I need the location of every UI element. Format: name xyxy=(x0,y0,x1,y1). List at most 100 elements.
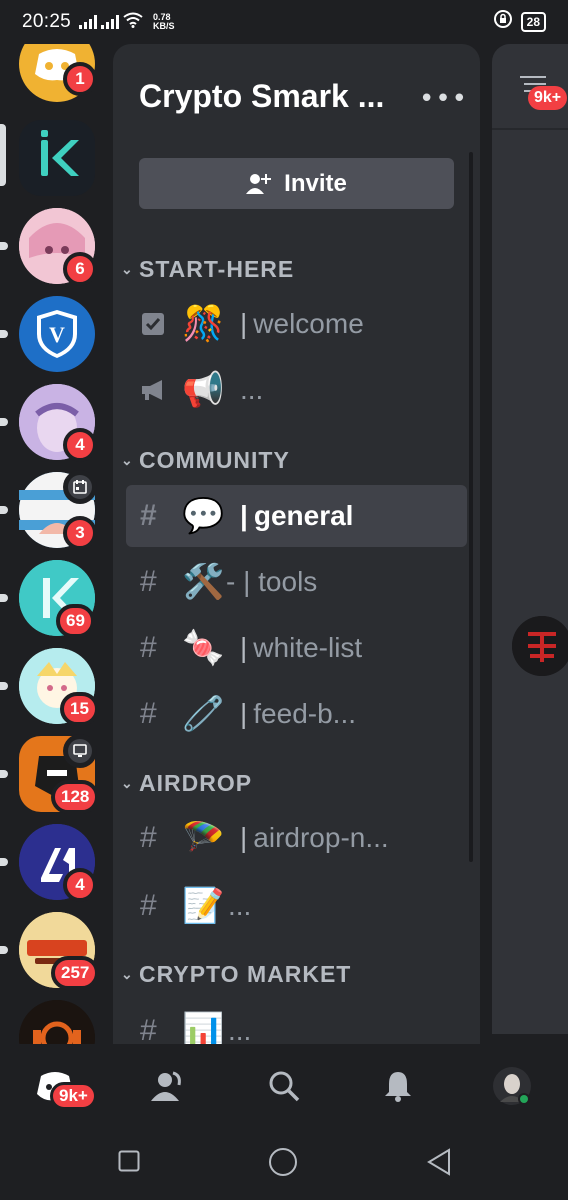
server-badge: 4 xyxy=(63,868,97,902)
text-channel-icon: # xyxy=(140,821,157,854)
channel-item[interactable]: # 🛠️ - | tools xyxy=(126,551,467,613)
category-name: COMMUNITY xyxy=(139,447,290,473)
battery-level: 28 xyxy=(526,15,540,29)
status-icons: 0.78 KB/S xyxy=(79,11,175,34)
channel-separator: | xyxy=(240,698,248,729)
recent-apps-icon[interactable] xyxy=(118,1150,140,1172)
nav-friends[interactable] xyxy=(146,1064,190,1108)
server-badge: 69 xyxy=(56,604,95,638)
home-circle-icon[interactable] xyxy=(268,1147,298,1177)
calendar-icon xyxy=(73,480,87,494)
channel-item[interactable]: 🎊 | welcome xyxy=(126,293,467,355)
unread-indicator xyxy=(0,770,8,778)
nav-search[interactable] xyxy=(262,1064,306,1108)
threads-badge: 9k+ xyxy=(528,86,568,110)
server-rail[interactable]: 1 6 V 4 3 69 15 128 4 257 xyxy=(0,44,110,1044)
channel-item[interactable]: # 📊 ... xyxy=(126,1000,467,1044)
text-channel-icon: # xyxy=(140,631,157,664)
category-name: AIRDROP xyxy=(139,770,253,796)
category-name: START-HERE xyxy=(139,256,295,282)
search-icon xyxy=(269,1071,300,1102)
wifi-icon xyxy=(123,11,143,34)
app-root: 20:25 0.78 KB/S 28 1 6 V 4 3 69 15 128 4… xyxy=(0,0,568,1200)
invite-label: Invite xyxy=(284,169,347,197)
back-icon[interactable] xyxy=(426,1148,452,1176)
unread-indicator xyxy=(0,946,8,954)
shield-v-logo-icon: V xyxy=(37,310,77,358)
chat-header-edge: 9k+ xyxy=(492,44,568,130)
chevron-down-icon: ⌄ xyxy=(121,452,134,468)
channel-item[interactable]: # 🍬 | white-list xyxy=(126,617,467,679)
user-avatar-icon xyxy=(493,1067,531,1105)
channel-separator: | xyxy=(240,308,248,339)
nav-profile[interactable] xyxy=(490,1064,534,1108)
stage-badge xyxy=(63,734,97,768)
server-badge: 257 xyxy=(51,956,100,990)
orange-glyph-logo-icon xyxy=(19,1000,95,1044)
channel-name: - | tools xyxy=(226,566,318,597)
home-badge: 9k+ xyxy=(50,1082,97,1110)
text-channel-icon: # xyxy=(140,565,157,598)
server-badge: 1 xyxy=(63,62,97,96)
text-channel-icon: # xyxy=(140,1014,157,1044)
channel-item-selected[interactable]: # 💬 | general xyxy=(126,485,467,547)
channel-item[interactable]: # 🧷 | feed-b... xyxy=(126,683,467,745)
text-channel-icon: # xyxy=(140,697,157,730)
server-badge: 3 xyxy=(63,516,97,550)
monitor-icon xyxy=(73,744,87,757)
channel-emoji: 🍬 xyxy=(182,628,225,668)
unread-indicator xyxy=(0,858,8,866)
server-icon[interactable] xyxy=(19,120,95,196)
channel-name: ... xyxy=(240,374,264,405)
event-badge xyxy=(63,470,97,504)
channel-item[interactable]: 📢 ... xyxy=(126,359,467,421)
bell-icon xyxy=(385,1072,411,1102)
chat-peek[interactable]: 9k+ xyxy=(492,44,568,1034)
status-right: 28 xyxy=(493,9,546,35)
announcement-channel-icon xyxy=(140,378,182,402)
category-header[interactable]: ⌄ AIRDROP xyxy=(121,770,252,797)
server-badge: 4 xyxy=(63,428,97,462)
channel-item[interactable]: # 🪂 | airdrop-n... xyxy=(126,807,467,869)
category-name: CRYPTO MARKET xyxy=(139,961,352,987)
channel-emoji: 🪂 xyxy=(182,818,225,858)
network-speed-unit: KB/S xyxy=(153,21,175,31)
unread-indicator xyxy=(0,418,8,426)
server-badge: 6 xyxy=(63,252,97,286)
unread-indicator xyxy=(0,242,8,250)
channel-panel: Crypto Smark ... ••• Invite ⌄ START-HERE… xyxy=(113,44,480,1044)
channel-emoji: 📊 xyxy=(182,1011,225,1044)
server-name[interactable]: Crypto Smark ... xyxy=(139,78,409,115)
text-channel-icon: # xyxy=(140,499,157,532)
category-header[interactable]: ⌄ COMMUNITY xyxy=(121,447,290,474)
channel-emoji: 🧷 xyxy=(182,694,225,734)
server-icon[interactable]: V xyxy=(19,296,95,372)
unread-indicator xyxy=(0,682,8,690)
unread-indicator xyxy=(0,506,8,514)
nav-notifications[interactable] xyxy=(376,1064,420,1108)
invite-button[interactable]: Invite xyxy=(139,158,454,209)
more-options-icon[interactable]: ••• xyxy=(419,84,468,114)
category-header[interactable]: ⌄ START-HERE xyxy=(121,256,294,283)
rotation-lock-icon xyxy=(493,9,513,35)
channel-separator: | xyxy=(240,822,248,853)
channel-name: airdrop-n... xyxy=(253,822,389,853)
channel-list-scrollbar[interactable] xyxy=(469,152,473,862)
unread-indicator xyxy=(0,330,8,338)
channel-name: ... xyxy=(228,1015,252,1044)
red-glyph-avatar-icon xyxy=(512,616,568,676)
message-avatar[interactable] xyxy=(512,616,568,676)
channel-name: ... xyxy=(228,890,252,921)
channel-item[interactable]: # 📝 ... xyxy=(126,875,467,937)
channel-name: general xyxy=(253,500,354,531)
channel-name: feed-b... xyxy=(253,698,357,729)
channel-separator: | xyxy=(240,632,248,663)
server-badge: 128 xyxy=(51,780,100,814)
text-channel-icon: # xyxy=(140,889,157,922)
category-header[interactable]: ⌄ CRYPTO MARKET xyxy=(121,961,351,988)
server-icon[interactable] xyxy=(19,1000,95,1044)
channel-emoji: 🎊 xyxy=(182,304,225,344)
network-speed: 0.78 KB/S xyxy=(153,13,175,31)
svg-text:V: V xyxy=(49,322,65,347)
channel-emoji: 🛠️ xyxy=(182,562,225,602)
